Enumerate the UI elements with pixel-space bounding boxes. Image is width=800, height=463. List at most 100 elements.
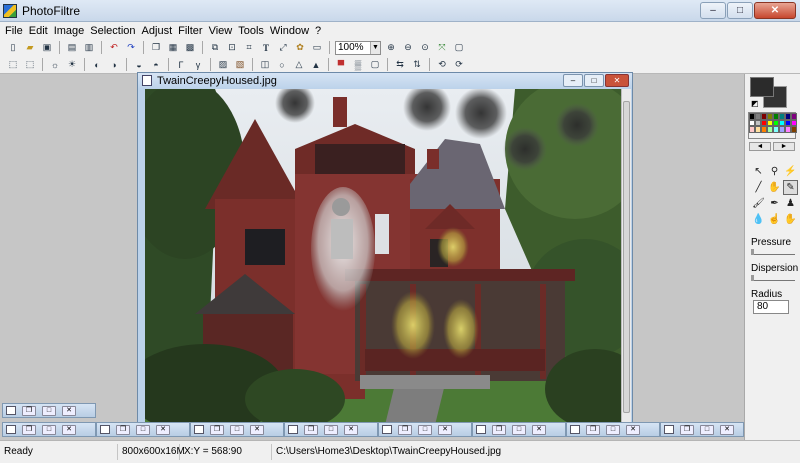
- sepia-icon[interactable]: ▧: [233, 58, 247, 71]
- pressure-slider[interactable]: [751, 249, 795, 255]
- chevron-down-icon[interactable]: ▼: [370, 41, 380, 54]
- gradient-icon[interactable]: ▀: [334, 58, 348, 71]
- restore-icon[interactable]: ❐: [398, 424, 412, 435]
- menu-adjust[interactable]: Adjust: [141, 25, 178, 37]
- close-icon[interactable]: ✕: [250, 424, 264, 435]
- plugin-icon[interactable]: ✿: [293, 41, 307, 54]
- flip-horizontal-icon[interactable]: ⇆: [393, 58, 407, 71]
- brightness-up-icon[interactable]: ☼: [48, 58, 62, 71]
- image-size-icon[interactable]: ⧉: [208, 41, 222, 54]
- undo-icon[interactable]: ↶: [107, 41, 121, 54]
- dispersion-slider[interactable]: [751, 275, 795, 281]
- texture-icon[interactable]: ▒: [351, 58, 365, 71]
- maximize-icon[interactable]: □: [136, 424, 150, 435]
- menu-view[interactable]: View: [208, 25, 238, 37]
- fit-window-icon[interactable]: ⤧: [435, 41, 449, 54]
- menu-image[interactable]: Image: [53, 25, 90, 37]
- close-icon[interactable]: ✕: [62, 424, 76, 435]
- redo-icon[interactable]: ↷: [124, 41, 138, 54]
- maximize-icon[interactable]: □: [230, 424, 244, 435]
- close-icon[interactable]: ✕: [62, 405, 76, 416]
- close-icon[interactable]: ✕: [344, 424, 358, 435]
- stamp-tool-icon[interactable]: ♟: [783, 196, 798, 211]
- minimized-document[interactable]: ❐ □ ✕: [190, 422, 284, 437]
- contrast-up-icon[interactable]: ◐: [90, 58, 104, 71]
- maximize-icon[interactable]: □: [606, 424, 620, 435]
- swap-colors-icon[interactable]: ◩: [751, 100, 759, 108]
- actual-size-icon[interactable]: ⊙: [418, 41, 432, 54]
- save-icon[interactable]: ▣: [40, 41, 54, 54]
- flip-vertical-icon[interactable]: ⇅: [410, 58, 424, 71]
- crop-icon[interactable]: ⌗: [242, 41, 256, 54]
- monitor-icon[interactable]: ▢: [452, 41, 466, 54]
- close-icon[interactable]: ✕: [532, 424, 546, 435]
- text-icon[interactable]: T: [259, 41, 273, 54]
- palette-next-button[interactable]: ►: [773, 142, 795, 151]
- maximize-icon[interactable]: □: [324, 424, 338, 435]
- maximize-button[interactable]: □: [727, 2, 753, 19]
- saturation-down-icon[interactable]: ◓: [149, 58, 163, 71]
- close-icon[interactable]: ✕: [156, 424, 170, 435]
- blur-icon[interactable]: ○: [275, 58, 289, 71]
- auto-contrast-icon[interactable]: ⬚: [23, 58, 37, 71]
- restore-icon[interactable]: ❐: [22, 424, 36, 435]
- contrast-down-icon[interactable]: ◑: [107, 58, 121, 71]
- soften-icon[interactable]: ◫: [258, 58, 272, 71]
- menu-help[interactable]: ?: [314, 25, 326, 37]
- color-palette[interactable]: [748, 112, 797, 139]
- brightness-down-icon[interactable]: ☀: [65, 58, 79, 71]
- hand-tool-icon[interactable]: ✋: [783, 212, 798, 227]
- scan-icon[interactable]: ▥: [82, 41, 96, 54]
- image-minimize-button[interactable]: –: [563, 74, 583, 87]
- paste-icon[interactable]: ▦: [166, 41, 180, 54]
- zoom-in-icon[interactable]: ⊕: [384, 41, 398, 54]
- sharpen-more-icon[interactable]: ▲: [309, 58, 323, 71]
- airbrush-tool-icon[interactable]: ✒: [767, 196, 782, 211]
- maximize-icon[interactable]: □: [418, 424, 432, 435]
- minimized-document[interactable]: ❐ □ ✕: [566, 422, 660, 437]
- grayscale-icon[interactable]: ▨: [216, 58, 230, 71]
- restore-icon[interactable]: ❐: [492, 424, 506, 435]
- palette-prev-button[interactable]: ◄: [749, 142, 771, 151]
- radius-field[interactable]: 80: [753, 300, 789, 314]
- restore-icon[interactable]: ❐: [116, 424, 130, 435]
- maximize-icon[interactable]: □: [42, 405, 56, 416]
- gamma-down-icon[interactable]: γ: [191, 58, 205, 71]
- saturation-up-icon[interactable]: ◒: [132, 58, 146, 71]
- paste-as-image-icon[interactable]: ▩: [183, 41, 197, 54]
- menu-window[interactable]: Window: [269, 25, 314, 37]
- close-button[interactable]: ✕: [754, 2, 796, 19]
- frame-icon[interactable]: ▢: [368, 58, 382, 71]
- zoom-out-icon[interactable]: ⊖: [401, 41, 415, 54]
- minimized-document[interactable]: ❐ □ ✕: [284, 422, 378, 437]
- palette-swatch[interactable]: [791, 126, 797, 133]
- image-canvas[interactable]: [145, 89, 621, 425]
- minimized-document[interactable]: ❐ □ ✕: [2, 422, 96, 437]
- copy-icon[interactable]: ❐: [149, 41, 163, 54]
- smudge-tool-icon[interactable]: ✎: [783, 180, 798, 195]
- canvas-size-icon[interactable]: ⊡: [225, 41, 239, 54]
- print-icon[interactable]: ▤: [65, 41, 79, 54]
- restore-icon[interactable]: ❐: [680, 424, 694, 435]
- image-window[interactable]: TwainCreepyHoused.jpg – □ ✕: [137, 72, 633, 427]
- menu-selection[interactable]: Selection: [89, 25, 140, 37]
- close-icon[interactable]: ✕: [720, 424, 734, 435]
- maximize-icon[interactable]: □: [512, 424, 526, 435]
- blur-drop-icon[interactable]: 💧: [751, 212, 766, 227]
- minimized-document[interactable]: ❐ □ ✕: [2, 403, 96, 418]
- restore-icon[interactable]: ❐: [210, 424, 224, 435]
- rotate-right-icon[interactable]: ⟳: [452, 58, 466, 71]
- rotate-left-icon[interactable]: ⟲: [435, 58, 449, 71]
- open-icon[interactable]: ▰: [23, 41, 37, 54]
- maximize-icon[interactable]: □: [700, 424, 714, 435]
- minimized-document[interactable]: ❐ □ ✕: [96, 422, 190, 437]
- selection-tool-icon[interactable]: ↖: [751, 164, 766, 179]
- menu-tools[interactable]: Tools: [237, 25, 269, 37]
- magic-wand-icon[interactable]: ⚡: [783, 164, 798, 179]
- color-picker-icon[interactable]: ⚲: [767, 164, 782, 179]
- minimize-button[interactable]: –: [700, 2, 726, 19]
- minimized-document[interactable]: ❐ □ ✕: [378, 422, 472, 437]
- maximize-icon[interactable]: □: [42, 424, 56, 435]
- fill-tool-icon[interactable]: ✋: [767, 180, 782, 195]
- transform-icon[interactable]: ⤢: [276, 41, 290, 54]
